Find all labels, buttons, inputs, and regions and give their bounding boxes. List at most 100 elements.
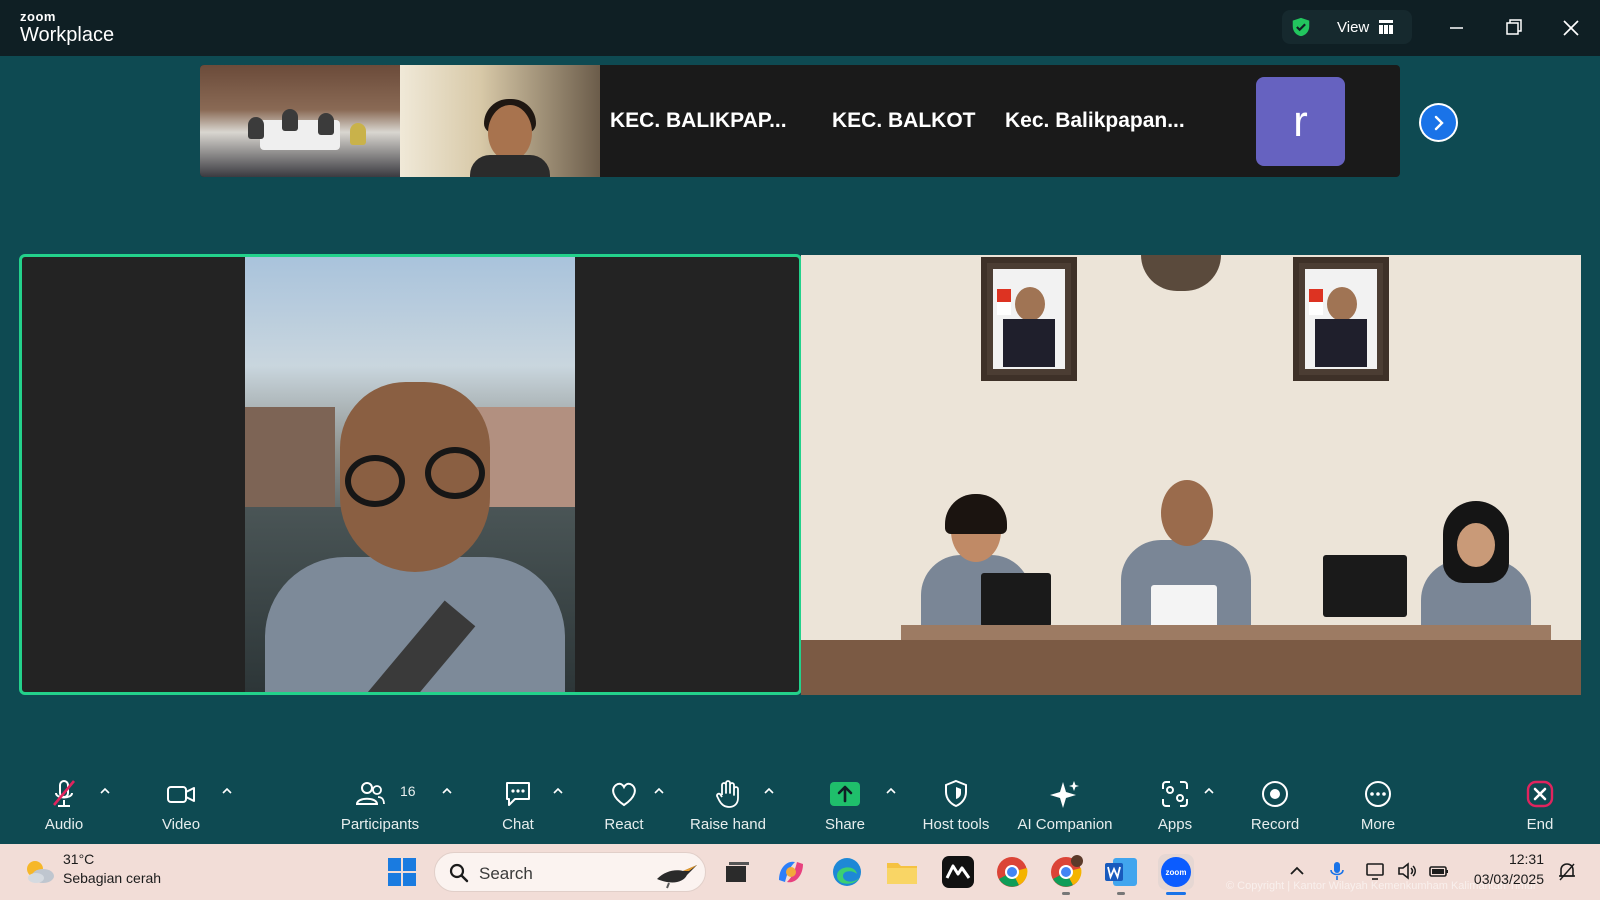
audio-options-chevron-icon[interactable] xyxy=(98,784,112,798)
record-icon xyxy=(1262,781,1288,807)
word-app-icon[interactable] xyxy=(1103,854,1139,890)
participant-avatar[interactable]: r xyxy=(1256,77,1345,166)
copilot-icon[interactable] xyxy=(773,854,809,890)
participant-figure xyxy=(350,123,366,145)
ai-companion-button[interactable]: AI Companion xyxy=(1010,772,1120,844)
garuda-emblem xyxy=(1141,255,1221,291)
participant-name-tile-1[interactable]: KEC. BALIKPAP... xyxy=(610,65,787,177)
share-screen-icon xyxy=(830,782,860,806)
participant-figure xyxy=(282,109,298,131)
battery-icon[interactable] xyxy=(1428,860,1450,882)
record-button[interactable]: Record xyxy=(1242,772,1308,844)
chrome-browser-icon[interactable] xyxy=(994,854,1030,890)
participant-video-office[interactable] xyxy=(801,255,1581,695)
windows-start-icon[interactable] xyxy=(384,854,420,890)
video-camera-icon xyxy=(167,786,195,803)
security-shield-icon xyxy=(1292,17,1310,37)
capcut-app-icon[interactable] xyxy=(940,854,976,890)
participant-name-tile-3[interactable]: Kec. Balikpapan... xyxy=(1005,65,1185,177)
more-button[interactable]: More xyxy=(1348,772,1408,844)
grid-view-icon xyxy=(1379,20,1393,34)
video-label: Video xyxy=(161,816,201,833)
more-label: More xyxy=(1360,816,1396,833)
end-button[interactable]: End xyxy=(1510,772,1570,844)
network-icon[interactable] xyxy=(1364,860,1386,882)
video-button[interactable]: Video xyxy=(150,772,212,844)
share-label: Share xyxy=(824,816,866,833)
search-placeholder: Search xyxy=(479,864,533,883)
clock-time[interactable]: 12:31 xyxy=(1486,851,1544,867)
ai-sparkle-icon xyxy=(1050,781,1079,808)
video-options-chevron-icon[interactable] xyxy=(220,784,234,798)
react-options-chevron-icon[interactable] xyxy=(652,784,666,798)
close-icon[interactable] xyxy=(1557,14,1585,42)
zoom-logo: zoom Workplace xyxy=(20,10,114,45)
portrait-frame xyxy=(981,257,1077,381)
desk-front xyxy=(801,640,1581,695)
logo-zoom-text: zoom xyxy=(20,9,56,24)
running-indicator xyxy=(1117,892,1125,895)
view-label: View xyxy=(1337,19,1370,36)
laptop xyxy=(981,573,1051,627)
participants-options-chevron-icon[interactable] xyxy=(440,784,454,798)
chrome-profile-icon[interactable] xyxy=(1048,854,1084,890)
weather-temperature[interactable]: 31°C xyxy=(63,851,94,867)
audio-button[interactable]: Audio xyxy=(34,772,94,844)
active-app-indicator xyxy=(1166,892,1186,895)
apps-label: Apps xyxy=(1157,816,1193,833)
more-icon xyxy=(1365,781,1391,807)
participants-label: Participants xyxy=(340,816,420,833)
host-tools-button[interactable]: Host tools xyxy=(916,772,996,844)
glasses-lens xyxy=(345,455,405,507)
chevron-up-icon[interactable] xyxy=(1286,860,1308,882)
task-view-icon[interactable] xyxy=(718,854,754,890)
share-options-chevron-icon[interactable] xyxy=(884,784,898,798)
apps-button[interactable]: Apps xyxy=(1144,772,1206,844)
file-explorer-icon[interactable] xyxy=(884,854,920,890)
speaker-volume-icon[interactable] xyxy=(1396,860,1418,882)
microphone-icon[interactable] xyxy=(1326,860,1348,882)
apps-icon xyxy=(1162,781,1188,807)
raise-hand-button[interactable]: Raise hand xyxy=(686,772,770,844)
chat-options-chevron-icon[interactable] xyxy=(551,784,565,798)
chat-button[interactable]: Chat xyxy=(488,772,548,844)
meeting-toolbar: Audio Video Participants 16 Chat React R… xyxy=(0,772,1600,844)
glasses-lens xyxy=(425,447,485,499)
raise-hand-options-chevron-icon[interactable] xyxy=(762,784,776,798)
raise-hand-icon xyxy=(716,780,739,808)
participant-body xyxy=(470,155,550,177)
logo-workplace-text: Workplace xyxy=(20,24,115,46)
minimize-icon[interactable] xyxy=(1442,14,1470,42)
share-button[interactable]: Share xyxy=(814,772,876,844)
ai-companion-label: AI Companion xyxy=(1017,816,1113,833)
participant-name: KEC. BALKOT xyxy=(832,109,976,132)
taskbar-search[interactable]: Search xyxy=(434,852,706,892)
active-speaker-video[interactable] xyxy=(19,254,802,695)
search-icon xyxy=(449,863,469,883)
chat-label: Chat xyxy=(502,816,534,833)
weather-description[interactable]: Sebagian cerah xyxy=(63,870,161,886)
participant-thumbnail-meeting-room[interactable] xyxy=(200,65,400,177)
partly-sunny-icon[interactable] xyxy=(22,856,56,886)
participant-figure xyxy=(248,117,264,139)
zoom-app-icon[interactable]: zoom xyxy=(1158,854,1194,890)
apps-options-chevron-icon[interactable] xyxy=(1202,784,1216,798)
audio-label: Audio xyxy=(44,816,84,833)
restore-icon[interactable] xyxy=(1500,14,1528,42)
participant-thumbnail-woman[interactable] xyxy=(400,65,600,177)
clock-date[interactable]: 03/03/2025 xyxy=(1464,871,1544,887)
participants-icon xyxy=(355,782,385,805)
participant-name-tile-2[interactable]: KEC. BALKOT xyxy=(832,65,976,177)
edge-browser-icon[interactable] xyxy=(829,854,865,890)
participant-name: KEC. BALIKPAP... xyxy=(610,109,787,132)
end-label: End xyxy=(1526,816,1554,833)
record-label: Record xyxy=(1250,816,1300,833)
participant-filmstrip: KEC. BALIKPAP... KEC. BALKOT Kec. Balikp… xyxy=(200,65,1400,177)
laptop xyxy=(1323,555,1407,617)
portrait-frame xyxy=(1293,257,1389,381)
notification-bell-icon[interactable] xyxy=(1556,860,1578,882)
view-button[interactable]: View xyxy=(1282,10,1412,44)
next-page-button[interactable] xyxy=(1419,103,1458,142)
react-button[interactable]: React xyxy=(594,772,654,844)
heart-icon xyxy=(612,782,636,807)
